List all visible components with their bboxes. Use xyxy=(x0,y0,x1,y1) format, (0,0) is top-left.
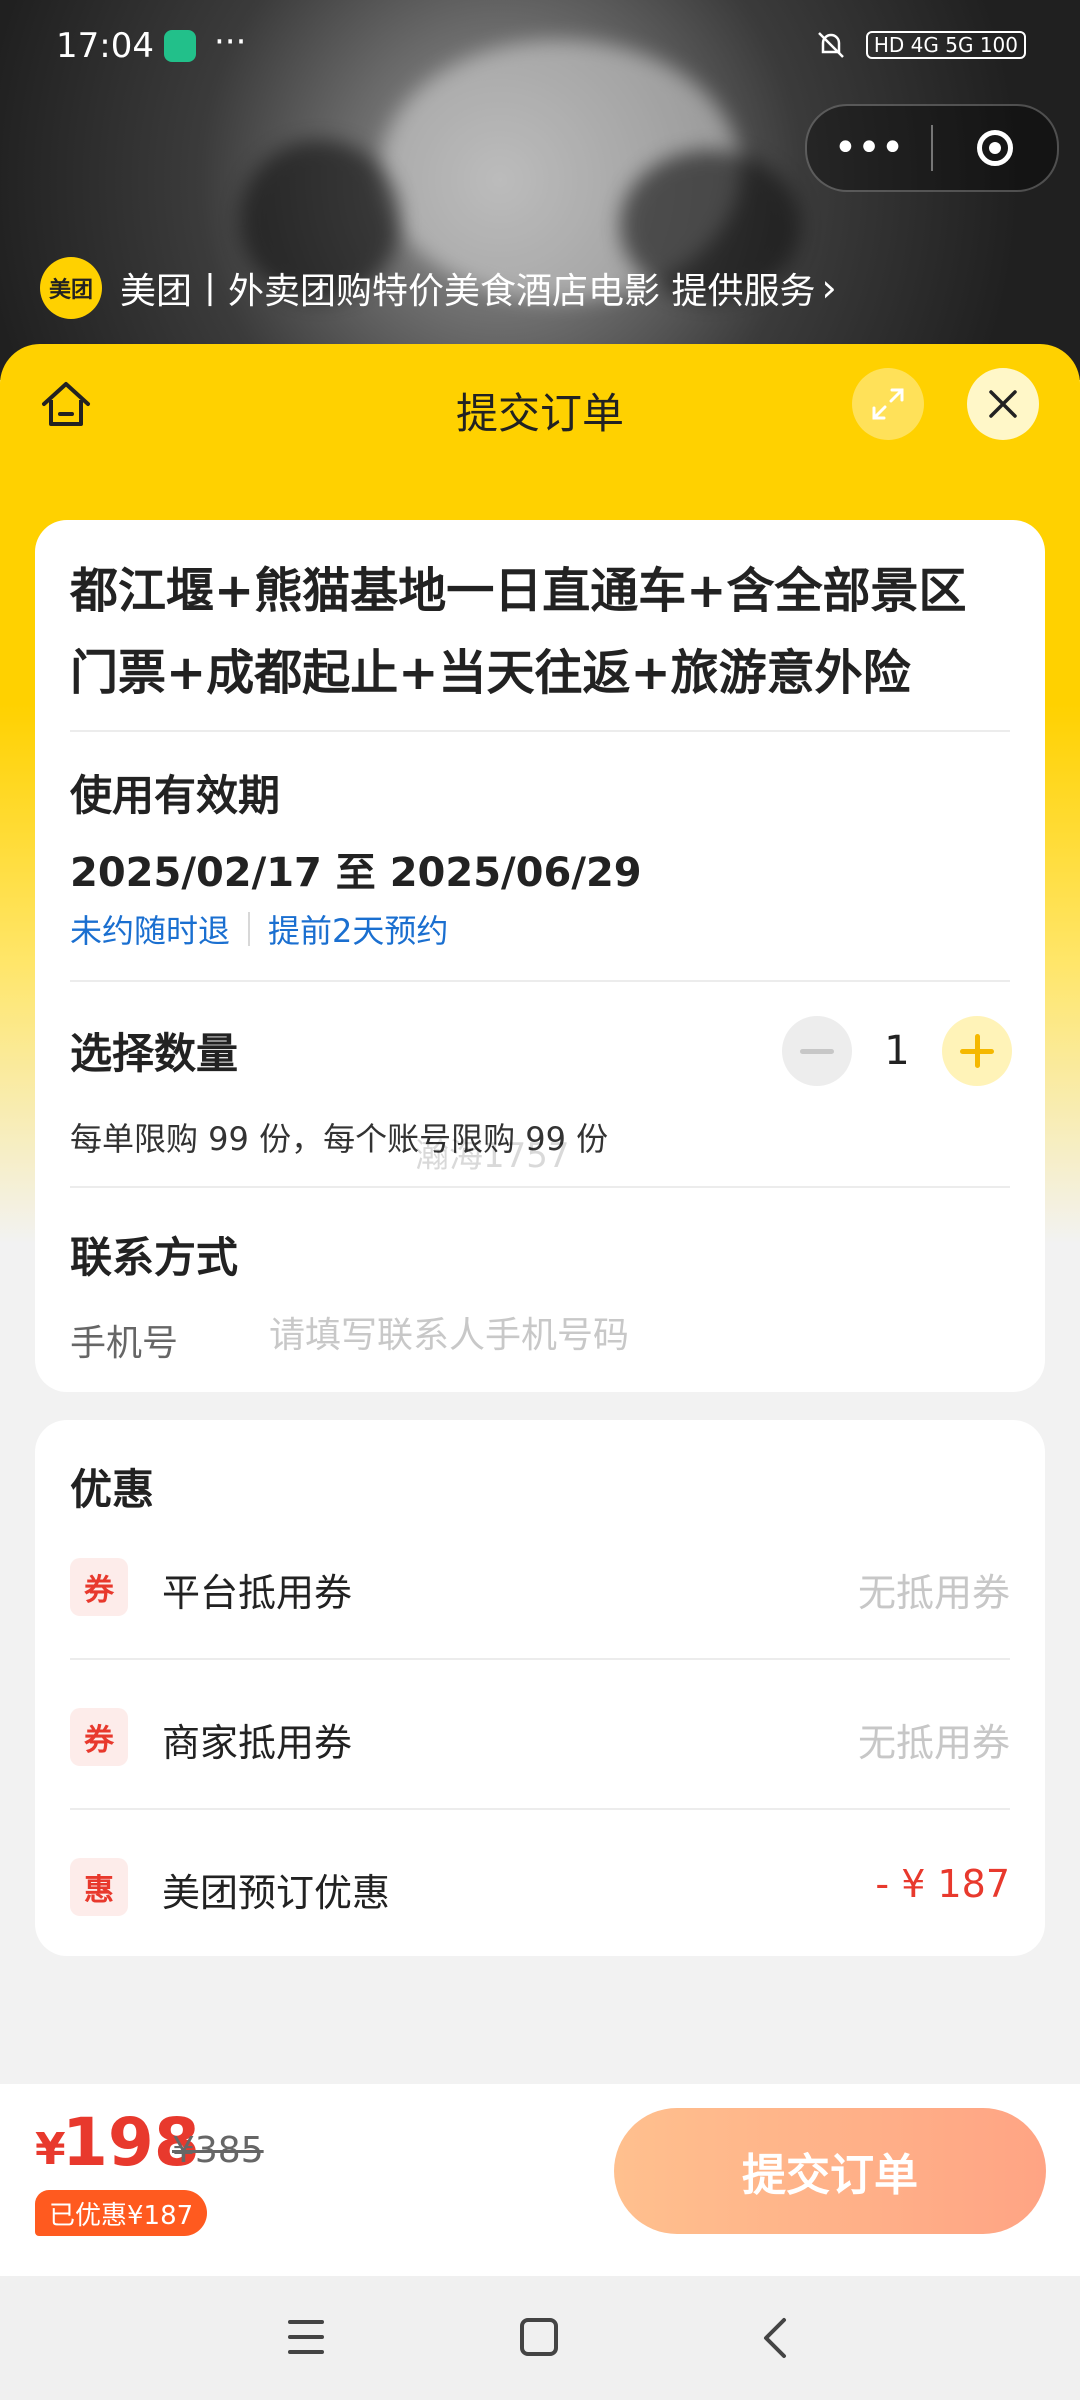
expand-button[interactable] xyxy=(852,368,924,440)
coupon-badge: 券 xyxy=(70,1708,128,1766)
back-icon[interactable] xyxy=(756,2316,796,2360)
discount-label: 美团预订优惠 xyxy=(162,1871,391,1915)
network-status-text: HD 4G 5G 100 xyxy=(865,31,1026,59)
divider xyxy=(70,730,1010,732)
close-button[interactable] xyxy=(967,368,1039,440)
discount-badge: 惠 xyxy=(70,1858,128,1916)
discount-label: 平台抵用券 xyxy=(162,1571,353,1615)
discount-label: 商家抵用券 xyxy=(162,1721,353,1765)
menu-icon[interactable] xyxy=(288,2320,324,2354)
checkout-bar: ¥ 198 ¥385 已优惠¥187 提交订单 xyxy=(0,2084,1080,2276)
order-details-card: 都江堰+熊猫基地一日直通车+含全部景区门票+成都起止+当天往返+旅游意外险 使用… xyxy=(35,520,1045,1392)
phone-label: 手机号 xyxy=(70,1323,179,1364)
home-square-icon[interactable] xyxy=(520,2318,558,2356)
quantity-value: 1 xyxy=(884,1028,910,1074)
contact-title: 联系方式 xyxy=(70,1233,239,1282)
platform-coupon-row[interactable]: 券 平台抵用券 无抵用券 xyxy=(70,1510,1010,1660)
watermark: 瀚海1757 xyxy=(415,1136,570,1176)
coupon-badge: 券 xyxy=(70,1558,128,1616)
quantity-title: 选择数量 xyxy=(70,1029,239,1078)
meituan-logo: 美团 xyxy=(40,257,102,319)
miniprogram-capsule: ••• xyxy=(805,104,1059,192)
divider xyxy=(70,1186,1010,1188)
expand-icon xyxy=(872,388,904,420)
divider xyxy=(70,980,1010,982)
discount-value: 无抵用券 xyxy=(857,1721,1010,1765)
more-options-button[interactable]: ••• xyxy=(807,128,931,168)
discount-amount: - ¥ 187 xyxy=(875,1862,1010,1906)
validity-dates: 2025/02/17 至 2025/06/29 xyxy=(70,850,642,896)
discount-value: 无抵用券 xyxy=(857,1571,1010,1615)
tag-separator xyxy=(248,912,251,946)
discounts-title: 优惠 xyxy=(70,1465,155,1514)
mute-bell-icon xyxy=(817,32,844,58)
merchant-coupon-row[interactable]: 券 商家抵用券 无抵用券 xyxy=(70,1660,1010,1810)
validity-title: 使用有效期 xyxy=(70,771,281,820)
status-bar: 17:04 ··· HD 4G 5G 100 xyxy=(0,0,1080,96)
status-more-icon: ··· xyxy=(214,22,247,62)
product-title: 都江堰+熊猫基地一日直通车+含全部景区门票+成都起止+当天往返+旅游意外险 xyxy=(70,563,967,701)
status-icons: HD 4G 5G 100 xyxy=(814,28,1026,62)
target-icon xyxy=(977,130,1013,166)
refund-tag: 未约随时退 xyxy=(70,912,231,950)
phone-input[interactable] xyxy=(267,1304,1011,1366)
system-nav-bar xyxy=(0,2276,1080,2400)
app-notification-icon xyxy=(164,30,196,62)
close-miniprogram-button[interactable] xyxy=(933,130,1057,166)
saved-badge: 已优惠¥187 xyxy=(35,2190,208,2236)
booking-tag: 提前2天预约 xyxy=(268,912,449,950)
discounts-card: 优惠 券 平台抵用券 无抵用券 券 商家抵用券 无抵用券 惠 美团预订优惠 - … xyxy=(35,1420,1045,1956)
close-icon xyxy=(989,390,1017,418)
quantity-increase-button[interactable] xyxy=(942,1016,1012,1086)
provider-link[interactable]: 美团 美团丨外卖团购特价美食酒店电影 提供服务 › xyxy=(40,256,837,320)
provider-text: 美团丨外卖团购特价美食酒店电影 提供服务 xyxy=(120,271,816,312)
meituan-booking-discount-row: 惠 美团预订优惠 - ¥ 187 xyxy=(70,1810,1010,1960)
policy-tags: 未约随时退 提前2天预约 xyxy=(70,906,448,952)
submit-order-button[interactable]: 提交订单 xyxy=(614,2108,1046,2234)
original-price: ¥385 xyxy=(172,2130,264,2171)
chevron-right-icon: › xyxy=(821,266,837,310)
quantity-decrease-button[interactable] xyxy=(782,1016,852,1086)
status-time: 17:04 xyxy=(56,26,154,66)
